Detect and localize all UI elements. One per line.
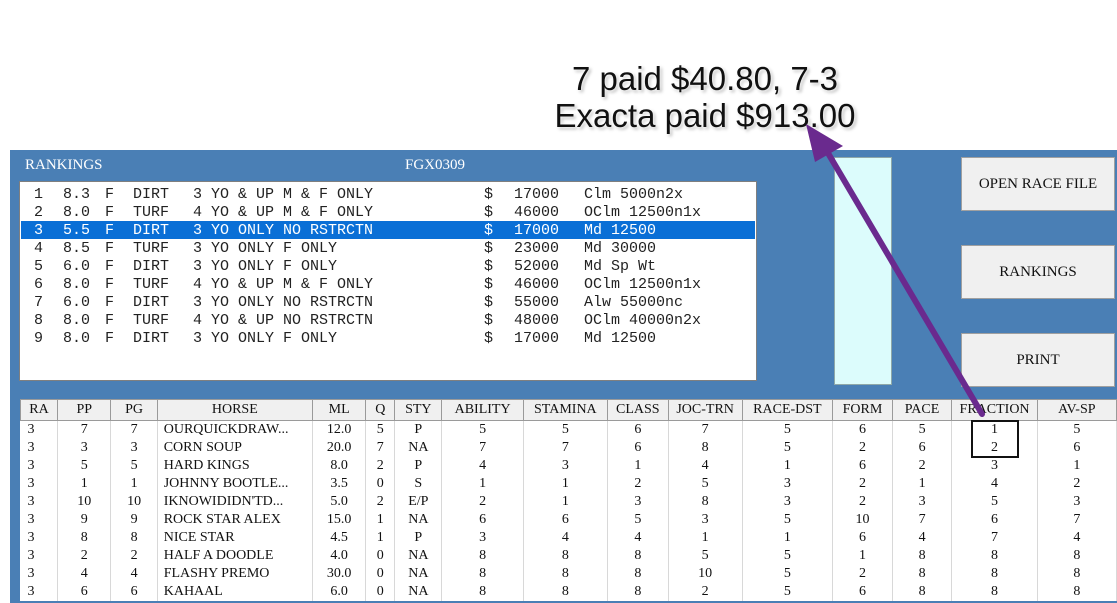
annotation-arrow — [806, 124, 985, 417]
